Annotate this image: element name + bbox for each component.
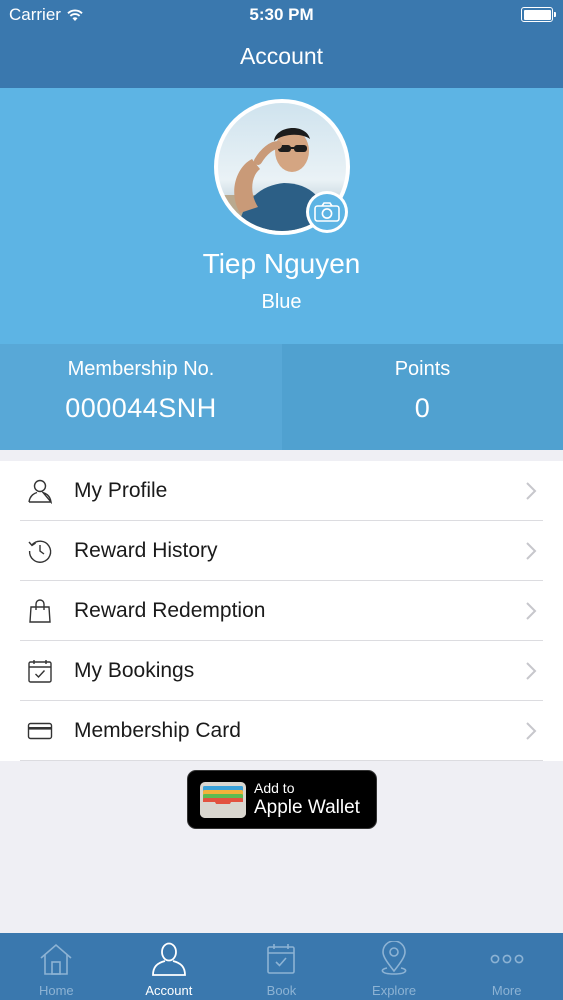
more-dots-icon <box>490 954 524 964</box>
user-name: Tiep Nguyen <box>202 248 361 279</box>
history-clock-icon <box>28 540 52 563</box>
page-title: Account <box>239 43 324 69</box>
wallet-line-2: Apple Wallet <box>254 797 360 818</box>
menu-item-my-bookings[interactable]: My Bookings <box>0 641 563 701</box>
wallet-icon <box>200 782 246 818</box>
tab-bar: Home Account Book Explore More <box>0 933 563 1000</box>
menu-item-reward-redemption[interactable]: Reward Redemption <box>0 581 563 641</box>
membership-number-panel: Membership No. 000044SNH <box>0 344 282 450</box>
menu-label: My Bookings <box>74 659 195 682</box>
camera-icon <box>314 202 340 222</box>
menu-label: Membership Card <box>74 719 241 742</box>
points-label: Points <box>394 358 451 380</box>
membership-tier: Blue <box>261 291 302 313</box>
tab-book[interactable]: Book <box>225 933 338 1000</box>
tab-label: Account <box>145 983 193 998</box>
points-panel: Points 0 <box>282 344 563 450</box>
calendar-check-icon <box>28 660 52 683</box>
map-pin-icon <box>381 941 407 975</box>
person-icon <box>151 942 186 976</box>
chevron-right-icon <box>526 602 537 620</box>
tab-label: Explore <box>372 983 417 998</box>
home-icon <box>40 943 72 975</box>
wallet-line-1: Add to <box>254 780 295 796</box>
credit-card-icon <box>27 722 53 740</box>
points-value: 0 <box>414 393 431 423</box>
account-menu: My Profile Reward History Reward Redempt… <box>0 461 563 761</box>
tab-explore[interactable]: Explore <box>338 933 451 1000</box>
menu-label: Reward Redemption <box>74 599 266 622</box>
membership-stats: Membership No. 000044SNH Points 0 <box>0 344 563 450</box>
status-bar: Carrier 5:30 PM <box>0 0 563 30</box>
battery-icon <box>521 7 556 22</box>
chevron-right-icon <box>526 542 537 560</box>
person-icon <box>28 479 52 504</box>
tab-account[interactable]: Account <box>113 933 226 1000</box>
chevron-right-icon <box>526 662 537 680</box>
shopping-bag-icon <box>29 599 51 623</box>
tab-label: More <box>491 983 522 998</box>
menu-item-my-profile[interactable]: My Profile <box>0 461 563 521</box>
membership-number-label: Membership No. <box>67 358 215 380</box>
top-bar: Carrier 5:30 PM Account <box>0 0 563 88</box>
menu-label: Reward History <box>74 539 218 562</box>
calendar-check-icon <box>267 944 296 974</box>
menu-item-membership-card[interactable]: Membership Card <box>0 701 563 761</box>
status-time: 5:30 PM <box>249 5 314 24</box>
change-photo-button[interactable] <box>306 191 348 233</box>
tab-home[interactable]: Home <box>0 933 113 1000</box>
membership-number-value: 000044SNH <box>65 393 217 423</box>
menu-label: My Profile <box>74 479 168 502</box>
tab-label: Book <box>266 983 297 998</box>
profile-header: Tiep Nguyen Blue <box>0 88 563 344</box>
tab-more[interactable]: More <box>450 933 563 1000</box>
tab-label: Home <box>38 983 74 998</box>
chevron-right-icon <box>526 722 537 740</box>
add-to-apple-wallet-button[interactable]: Add to Apple Wallet <box>187 770 377 829</box>
chevron-right-icon <box>526 482 537 500</box>
menu-item-reward-history[interactable]: Reward History <box>0 521 563 581</box>
